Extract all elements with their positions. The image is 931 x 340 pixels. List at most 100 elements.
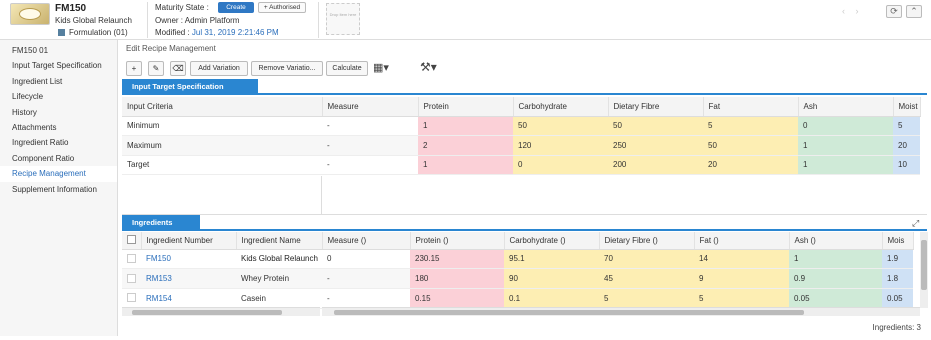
- sidebar-item-supplement-info[interactable]: Supplement Information: [0, 182, 117, 197]
- eraser-icon[interactable]: ⌫: [170, 61, 186, 76]
- fat-cell[interactable]: 5: [703, 116, 798, 136]
- ash-cell[interactable]: 1: [798, 155, 893, 175]
- ash-cell[interactable]: 1: [798, 135, 893, 156]
- add-variation-button[interactable]: Add Variation: [190, 61, 248, 76]
- moisture-cell[interactable]: 20: [893, 135, 920, 156]
- protein-cell[interactable]: 180: [410, 268, 504, 290]
- carbohydrate-cell[interactable]: 0.1: [504, 288, 599, 309]
- measure-cell[interactable]: -: [322, 155, 418, 175]
- protein-cell[interactable]: 1: [418, 155, 513, 175]
- tab-ingredients[interactable]: Ingredients: [122, 215, 200, 230]
- prev-next-arrows-icon[interactable]: ‹ ›: [842, 6, 863, 16]
- table-row[interactable]: Target - 1 0 200 20 1 10: [122, 155, 920, 175]
- horizontal-scrollbar-left[interactable]: [122, 307, 320, 316]
- column-header[interactable]: Carbohydrate: [513, 97, 609, 117]
- measure-cell[interactable]: 0: [322, 249, 410, 270]
- ingredient-number-link[interactable]: RM154: [141, 288, 236, 309]
- moisture-cell[interactable]: 0.05: [882, 288, 913, 309]
- expand-icon[interactable]: ⤢: [912, 218, 919, 229]
- measure-cell[interactable]: -: [322, 135, 418, 156]
- sidebar-item-ingredient-ratio[interactable]: Ingredient Ratio: [0, 135, 117, 150]
- row-checkbox[interactable]: [122, 249, 141, 270]
- protein-cell[interactable]: 230.15: [410, 249, 504, 270]
- dietary-fibre-cell[interactable]: 70: [599, 249, 694, 270]
- dietary-fibre-cell[interactable]: 5: [599, 288, 694, 309]
- sidebar-item-ingredient-list[interactable]: Ingredient List: [0, 74, 117, 89]
- column-header[interactable]: Dietary Fibre (): [599, 232, 695, 250]
- column-header[interactable]: Protein: [418, 97, 514, 117]
- sidebar-item-recipe-management[interactable]: Recipe Management: [0, 166, 117, 182]
- table-row[interactable]: Maximum - 2 120 250 50 1 20: [122, 135, 920, 156]
- sidebar-item-component-ratio[interactable]: Component Ratio: [0, 151, 117, 166]
- sidebar-item-fm150-01[interactable]: FM150 01: [0, 43, 117, 58]
- table-row[interactable]: RM154 Casein - 0.15 0.1 5 5 0.05 0.05: [122, 288, 913, 309]
- ingredient-number-link[interactable]: FM150: [141, 249, 236, 270]
- fat-cell[interactable]: 50: [703, 135, 798, 156]
- sidebar-item-attachments[interactable]: Attachments: [0, 120, 117, 135]
- table-row[interactable]: FM150 Kids Global Relaunch 0 230.15 95.1…: [122, 249, 913, 270]
- ash-cell[interactable]: 0: [798, 116, 893, 136]
- moisture-cell[interactable]: 1.9: [882, 249, 913, 270]
- remove-variation-button[interactable]: Remove Variatio...: [251, 61, 323, 76]
- dietary-fibre-cell[interactable]: 250: [608, 135, 703, 156]
- row-checkbox[interactable]: [122, 268, 141, 290]
- carbohydrate-cell[interactable]: 50: [513, 116, 608, 136]
- protein-cell[interactable]: 0.15: [410, 288, 504, 309]
- column-header[interactable]: Mois: [882, 232, 914, 250]
- vertical-scrollbar[interactable]: [920, 232, 928, 308]
- protein-cell[interactable]: 2: [418, 135, 513, 156]
- ash-cell[interactable]: 0.05: [789, 288, 882, 309]
- horizontal-scrollbar-right[interactable]: [322, 307, 920, 316]
- fat-cell[interactable]: 20: [703, 155, 798, 175]
- refresh-icon[interactable]: ⟳: [886, 5, 902, 18]
- moisture-cell[interactable]: 5: [893, 116, 920, 136]
- ash-cell[interactable]: 1: [789, 249, 882, 270]
- table-row[interactable]: Minimum - 1 50 50 5 0 5: [122, 116, 920, 136]
- formulation-label[interactable]: Formulation (01): [58, 28, 128, 37]
- select-all-checkbox[interactable]: [122, 232, 142, 250]
- tab-input-target-spec[interactable]: Input Target Specification: [122, 79, 258, 94]
- add-icon[interactable]: +: [126, 61, 142, 76]
- carbohydrate-cell[interactable]: 90: [504, 268, 599, 290]
- moisture-cell[interactable]: 10: [893, 155, 920, 175]
- column-header[interactable]: Ash: [798, 97, 894, 117]
- column-header[interactable]: Input Criteria: [122, 97, 323, 117]
- column-header[interactable]: Ingredient Name: [236, 232, 323, 250]
- column-header[interactable]: Fat: [703, 97, 799, 117]
- measure-cell[interactable]: -: [322, 268, 410, 290]
- drop-zone[interactable]: Drop Item here: [326, 3, 360, 35]
- table-icon[interactable]: ▦▾: [373, 61, 389, 74]
- row-checkbox[interactable]: [122, 288, 141, 309]
- column-header[interactable]: Ingredient Number: [141, 232, 237, 250]
- column-header[interactable]: Ash (): [789, 232, 883, 250]
- column-header[interactable]: Dietary Fibre: [608, 97, 704, 117]
- sidebar-item-history[interactable]: History: [0, 105, 117, 120]
- sidebar-item-input-target-spec[interactable]: Input Target Specification: [0, 58, 117, 73]
- column-header[interactable]: Measure (): [322, 232, 411, 250]
- dietary-fibre-cell[interactable]: 45: [599, 268, 694, 290]
- table-row[interactable]: RM153 Whey Protein - 180 90 45 9 0.9 1.8: [122, 268, 913, 290]
- fat-cell[interactable]: 9: [694, 268, 789, 290]
- ash-cell[interactable]: 0.9: [789, 268, 882, 290]
- calculate-button[interactable]: Calculate: [326, 61, 368, 76]
- create-state-button[interactable]: Create: [218, 2, 254, 13]
- dietary-fibre-cell[interactable]: 50: [608, 116, 703, 136]
- edit-icon[interactable]: ✎: [148, 61, 164, 76]
- authorised-state-button[interactable]: + Authorised: [258, 2, 306, 13]
- column-header[interactable]: Protein (): [410, 232, 505, 250]
- column-header[interactable]: Carbohydrate (): [504, 232, 600, 250]
- carbohydrate-cell[interactable]: 0: [513, 155, 608, 175]
- measure-cell[interactable]: -: [322, 116, 418, 136]
- protein-cell[interactable]: 1: [418, 116, 513, 136]
- moisture-cell[interactable]: 1.8: [882, 268, 913, 290]
- carbohydrate-cell[interactable]: 120: [513, 135, 608, 156]
- collapse-icon[interactable]: ⌃: [906, 5, 922, 18]
- sidebar-item-lifecycle[interactable]: Lifecycle: [0, 89, 117, 104]
- ingredient-number-link[interactable]: RM153: [141, 268, 236, 290]
- fat-cell[interactable]: 14: [694, 249, 789, 270]
- column-header[interactable]: Moist: [893, 97, 921, 117]
- measure-cell[interactable]: -: [322, 288, 410, 309]
- tools-icon[interactable]: ⚒▾: [420, 60, 437, 74]
- fat-cell[interactable]: 5: [694, 288, 789, 309]
- column-header[interactable]: Fat (): [694, 232, 790, 250]
